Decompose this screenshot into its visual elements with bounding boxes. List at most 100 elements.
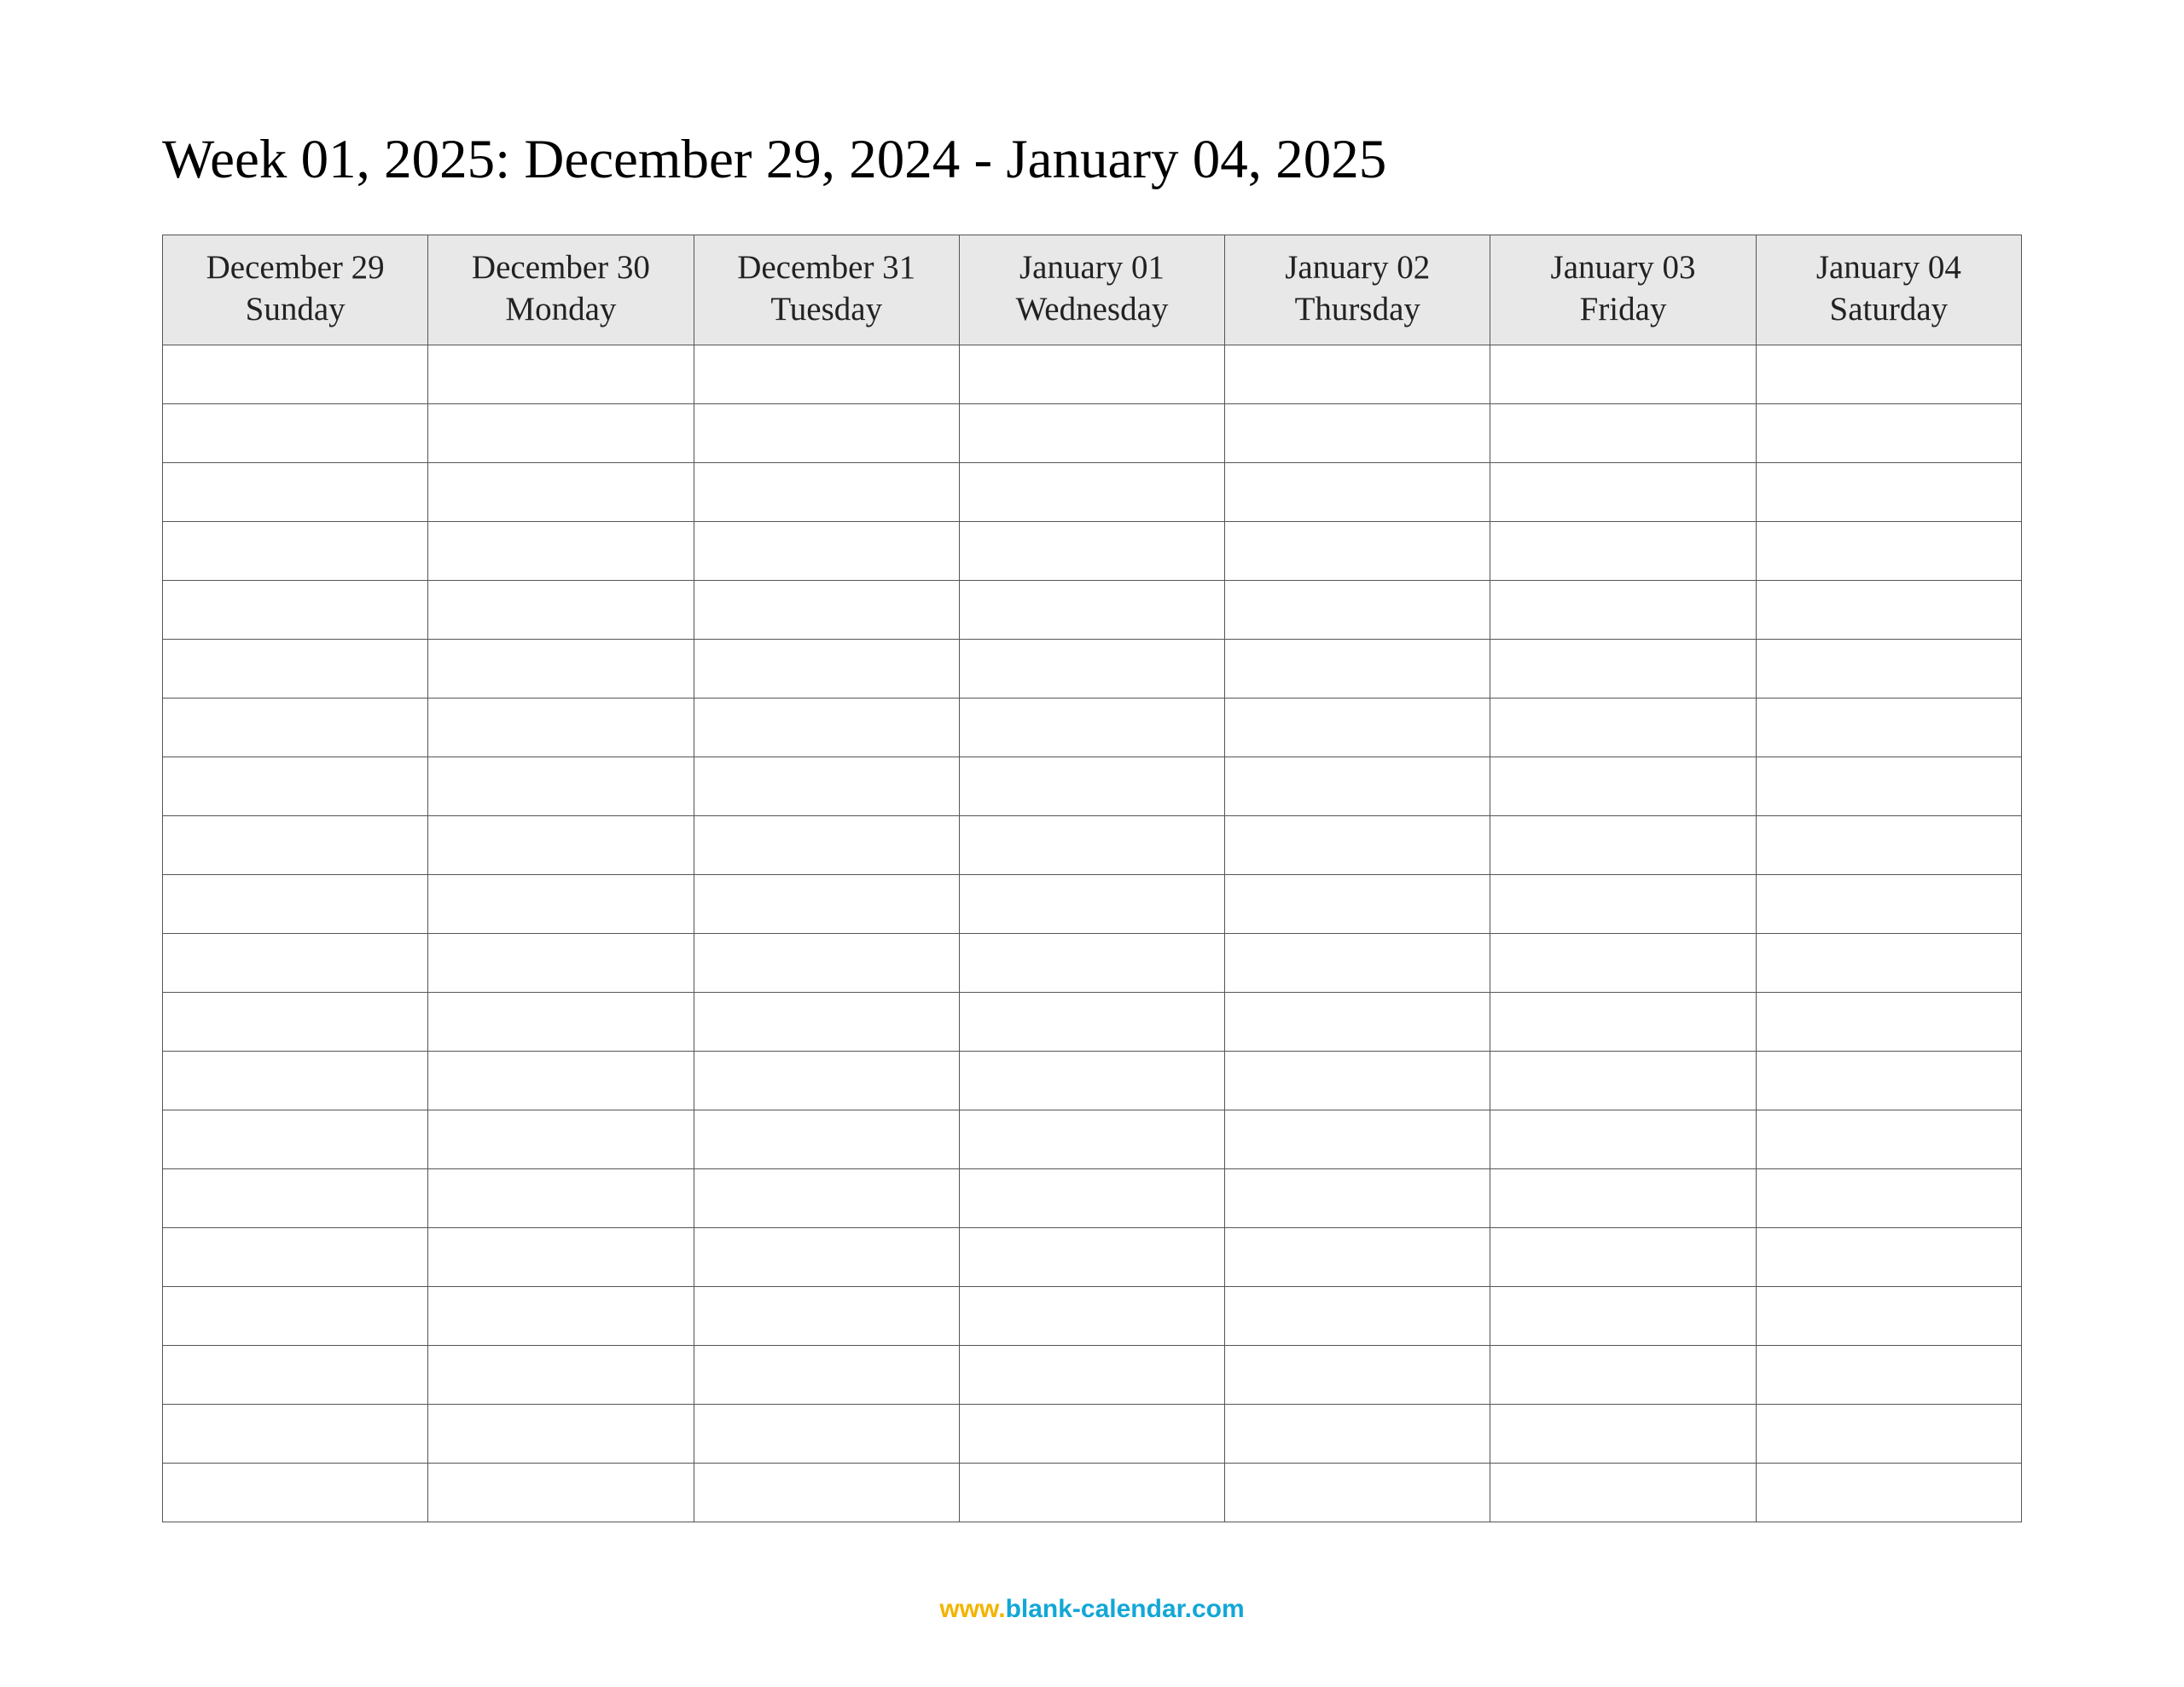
calendar-cell[interactable] (1756, 933, 2021, 992)
calendar-cell[interactable] (1225, 345, 1490, 403)
calendar-cell[interactable] (428, 639, 694, 698)
calendar-cell[interactable] (1756, 1051, 2021, 1110)
calendar-cell[interactable] (959, 1168, 1224, 1227)
calendar-cell[interactable] (1225, 992, 1490, 1051)
calendar-cell[interactable] (959, 698, 1224, 757)
calendar-cell[interactable] (163, 1051, 428, 1110)
calendar-cell[interactable] (694, 1404, 959, 1463)
calendar-cell[interactable] (428, 815, 694, 874)
calendar-cell[interactable] (1756, 992, 2021, 1051)
calendar-cell[interactable] (1490, 521, 1756, 580)
calendar-cell[interactable] (1490, 1286, 1756, 1345)
calendar-cell[interactable] (694, 815, 959, 874)
calendar-cell[interactable] (163, 462, 428, 521)
calendar-cell[interactable] (694, 580, 959, 639)
calendar-cell[interactable] (428, 1110, 694, 1168)
calendar-cell[interactable] (1225, 1227, 1490, 1286)
calendar-cell[interactable] (959, 1286, 1224, 1345)
calendar-cell[interactable] (1490, 1345, 1756, 1404)
calendar-cell[interactable] (1756, 462, 2021, 521)
calendar-cell[interactable] (1225, 1463, 1490, 1522)
calendar-cell[interactable] (1756, 639, 2021, 698)
calendar-cell[interactable] (163, 992, 428, 1051)
calendar-cell[interactable] (1756, 1345, 2021, 1404)
calendar-cell[interactable] (1756, 1227, 2021, 1286)
calendar-cell[interactable] (1490, 1227, 1756, 1286)
calendar-cell[interactable] (959, 345, 1224, 403)
calendar-cell[interactable] (163, 345, 428, 403)
calendar-cell[interactable] (959, 462, 1224, 521)
calendar-cell[interactable] (959, 815, 1224, 874)
calendar-cell[interactable] (694, 639, 959, 698)
calendar-cell[interactable] (1490, 1463, 1756, 1522)
calendar-cell[interactable] (1225, 403, 1490, 462)
calendar-cell[interactable] (1225, 1345, 1490, 1404)
footer-link[interactable]: www.blank-calendar.com (0, 1595, 2184, 1624)
calendar-cell[interactable] (959, 1404, 1224, 1463)
calendar-cell[interactable] (428, 580, 694, 639)
calendar-cell[interactable] (1490, 1110, 1756, 1168)
calendar-cell[interactable] (1225, 1286, 1490, 1345)
calendar-cell[interactable] (428, 1286, 694, 1345)
calendar-cell[interactable] (694, 1168, 959, 1227)
calendar-cell[interactable] (163, 639, 428, 698)
calendar-cell[interactable] (959, 1051, 1224, 1110)
calendar-cell[interactable] (163, 698, 428, 757)
calendar-cell[interactable] (163, 580, 428, 639)
calendar-cell[interactable] (1490, 403, 1756, 462)
calendar-cell[interactable] (959, 874, 1224, 933)
calendar-cell[interactable] (1756, 874, 2021, 933)
calendar-cell[interactable] (1490, 639, 1756, 698)
calendar-cell[interactable] (1490, 757, 1756, 815)
calendar-cell[interactable] (428, 1168, 694, 1227)
calendar-cell[interactable] (428, 1463, 694, 1522)
calendar-cell[interactable] (428, 933, 694, 992)
calendar-cell[interactable] (959, 1110, 1224, 1168)
calendar-cell[interactable] (694, 757, 959, 815)
calendar-cell[interactable] (1225, 521, 1490, 580)
calendar-cell[interactable] (428, 698, 694, 757)
calendar-cell[interactable] (428, 345, 694, 403)
calendar-cell[interactable] (428, 521, 694, 580)
calendar-cell[interactable] (694, 345, 959, 403)
calendar-cell[interactable] (428, 462, 694, 521)
calendar-cell[interactable] (959, 1463, 1224, 1522)
calendar-cell[interactable] (694, 698, 959, 757)
calendar-cell[interactable] (163, 1227, 428, 1286)
calendar-cell[interactable] (1225, 462, 1490, 521)
calendar-cell[interactable] (694, 403, 959, 462)
calendar-cell[interactable] (1225, 757, 1490, 815)
calendar-cell[interactable] (1490, 1051, 1756, 1110)
calendar-cell[interactable] (1490, 933, 1756, 992)
calendar-cell[interactable] (1756, 1404, 2021, 1463)
calendar-cell[interactable] (1490, 1404, 1756, 1463)
calendar-cell[interactable] (428, 1051, 694, 1110)
calendar-cell[interactable] (1756, 345, 2021, 403)
calendar-cell[interactable] (1225, 874, 1490, 933)
calendar-cell[interactable] (428, 874, 694, 933)
calendar-cell[interactable] (694, 874, 959, 933)
calendar-cell[interactable] (163, 1404, 428, 1463)
calendar-cell[interactable] (959, 639, 1224, 698)
calendar-cell[interactable] (694, 1051, 959, 1110)
calendar-cell[interactable] (428, 1345, 694, 1404)
calendar-cell[interactable] (1756, 1286, 2021, 1345)
calendar-cell[interactable] (959, 1227, 1224, 1286)
calendar-cell[interactable] (1490, 874, 1756, 933)
calendar-cell[interactable] (1490, 580, 1756, 639)
calendar-cell[interactable] (1756, 698, 2021, 757)
calendar-cell[interactable] (1490, 345, 1756, 403)
calendar-cell[interactable] (694, 1110, 959, 1168)
calendar-cell[interactable] (694, 1463, 959, 1522)
calendar-cell[interactable] (1756, 1168, 2021, 1227)
calendar-cell[interactable] (1225, 1404, 1490, 1463)
calendar-cell[interactable] (163, 933, 428, 992)
calendar-cell[interactable] (428, 1404, 694, 1463)
calendar-cell[interactable] (694, 1345, 959, 1404)
calendar-cell[interactable] (1756, 403, 2021, 462)
calendar-cell[interactable] (1490, 815, 1756, 874)
calendar-cell[interactable] (1225, 1051, 1490, 1110)
calendar-cell[interactable] (959, 933, 1224, 992)
calendar-cell[interactable] (959, 403, 1224, 462)
calendar-cell[interactable] (428, 992, 694, 1051)
